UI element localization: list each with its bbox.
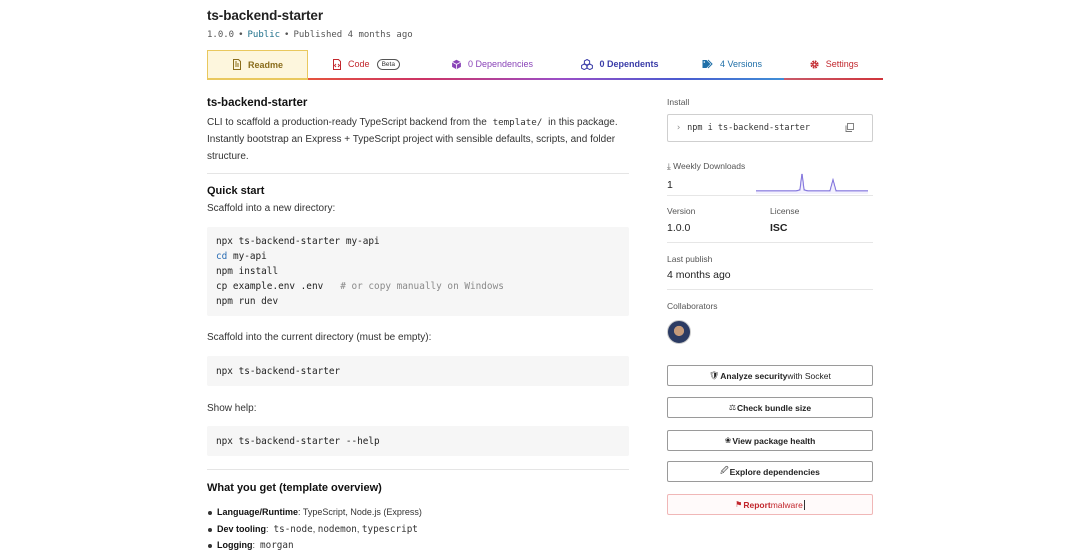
visibility-label: Public [247,30,281,40]
readme-intro: CLI to scaffold a production-ready TypeS… [207,117,618,163]
scaffold-new-text: Scaffold into a new directory: [207,203,336,214]
published-label: Published 4 months ago [293,30,413,40]
divider [207,173,629,174]
view-package-health-button[interactable]: ❀ View package health [667,430,873,451]
code-line: npm run dev [216,296,279,307]
boxes-icon [581,58,594,70]
license-label: License [770,206,800,216]
tab-dependents[interactable]: 0 Dependents [560,50,680,80]
explore-dependencies-button[interactable]: 🖉 Explore dependencies [667,461,873,482]
tab-settings[interactable]: Settings [784,50,883,80]
code-block-new-dir: npx ts-backend-starter my-api cd my-api … [207,227,629,316]
weekly-downloads-value: 1 [667,179,673,191]
box-icon [451,59,462,70]
inline-code-template: template/ [492,117,543,128]
package-version: 1.0.0 [207,30,235,40]
tab-dependencies[interactable]: 0 Dependencies [424,50,560,80]
readme-title: ts-backend-starter [207,97,308,109]
version-value: 1.0.0 [667,222,691,234]
install-command-box[interactable]: › npm i ts-backend-starter [667,114,873,142]
downloads-sparkline [756,173,868,194]
version-label: Version [667,206,696,216]
file-code-icon [332,58,342,70]
code-line: npm install [216,266,279,277]
tab-code[interactable]: Code Beta [308,50,424,80]
analyze-security-button[interactable]: 🛡 Analyze security with Socket [667,365,873,386]
weekly-downloads-label: ⤓ Weekly Downloads [667,161,746,171]
shield-icon: 🛡 [709,371,720,380]
chevron-right-icon: › [676,123,682,133]
install-label: Install [667,97,690,107]
gear-icon [809,59,820,70]
health-icon: ❀ [724,436,732,445]
list-item: Language/Runtime: TypeScript, Node.js (E… [207,504,629,521]
last-publish-value: 4 months ago [667,269,731,281]
package-meta: 1.0.0 • Public • Published 4 months ago [207,30,413,40]
report-malware-button[interactable]: ⚑ Report malware [667,494,873,515]
tab-readme[interactable]: Readme [207,50,308,80]
code-block-current-dir: npx ts-backend-starter [207,356,629,386]
copy-icon[interactable] [845,123,854,135]
list-item: Dev tooling: ts-node, nodemon, typescrip… [207,521,629,538]
package-title: ts-backend-starter [207,8,323,23]
scaffold-current-text: Scaffold into the current directory (mus… [207,332,432,343]
license-value: ISC [770,222,788,234]
divider [667,289,873,290]
collaborators-label: Collaborators [667,301,718,311]
tab-versions[interactable]: 4 Versions [680,50,784,80]
file-text-icon [232,59,242,70]
code-line: cd my-api [216,251,267,262]
code-block-help: npx ts-backend-starter --help [207,426,629,456]
show-help-text: Show help: [207,403,257,414]
code-line: npx ts-backend-starter my-api [216,236,380,247]
flag-icon: ⚑ [735,500,743,509]
divider [667,242,873,243]
divider [207,469,629,470]
chart-icon: 🖉 [720,465,729,475]
quick-start-heading: Quick start [207,185,265,197]
code-line: cp example.env .env # or copy manually o… [216,281,504,292]
last-publish-label: Last publish [667,254,713,264]
overview-heading: What you get (template overview) [207,482,382,494]
feature-list: Language/Runtime: TypeScript, Node.js (E… [207,504,629,551]
list-item: Logging: morgan [207,537,629,551]
install-command: npm i ts-backend-starter [687,123,810,133]
scale-icon: ⚖ [728,403,736,412]
download-icon: ⤓ [667,161,671,171]
avatar[interactable] [667,320,691,344]
divider [667,195,873,196]
check-bundle-size-button[interactable]: ⚖ Check bundle size [667,397,873,418]
text-cursor [803,499,805,510]
package-tabs: Readme Code Beta 0 Dependencies 0 Depend… [207,50,883,80]
beta-badge: Beta [376,58,400,70]
tag-icon [702,59,714,69]
